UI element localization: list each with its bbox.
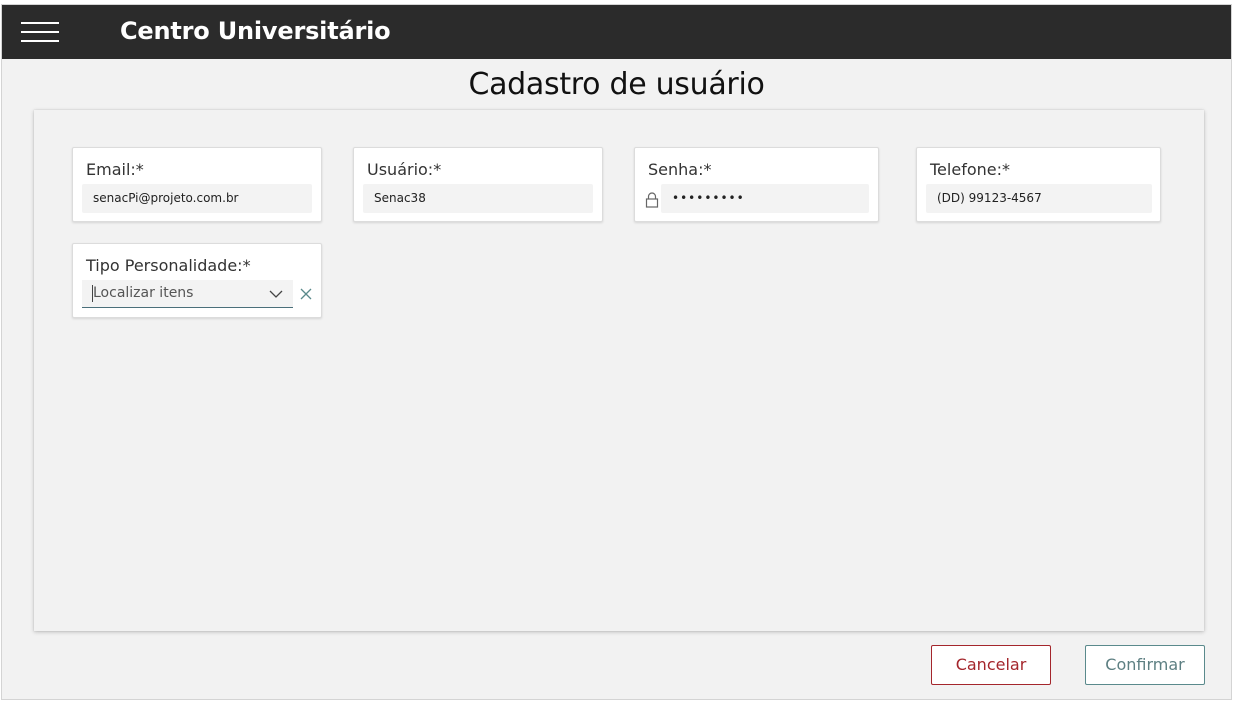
combobox-placeholder: Localizar itens	[93, 285, 194, 301]
usuario-card: Usuário:* Senac38	[353, 147, 603, 222]
email-label: Email:*	[86, 160, 144, 179]
telefone-label: Telefone:*	[930, 160, 1010, 179]
app-title: Centro Universitário	[120, 17, 391, 45]
email-card: Email:* senacPi@projeto.com.br	[72, 147, 322, 222]
confirm-button[interactable]: Confirmar	[1085, 645, 1205, 685]
tipo-personalidade-combobox[interactable]: Localizar itens	[82, 280, 293, 308]
page-title: Cadastro de usuário	[468, 67, 765, 102]
clear-icon[interactable]	[300, 288, 312, 300]
cancel-button[interactable]: Cancelar	[931, 645, 1051, 685]
chevron-down-icon[interactable]	[269, 289, 283, 299]
password-field[interactable]: •••••••••	[661, 184, 869, 213]
hamburger-menu-icon[interactable]	[21, 22, 59, 44]
app-window: Centro Universitário Cadastro de usuário…	[1, 4, 1232, 700]
usuario-label: Usuário:*	[367, 160, 442, 179]
form-panel: Email:* senacPi@projeto.com.br Usuário:*…	[34, 110, 1204, 631]
tipo-personalidade-label: Tipo Personalidade:*	[86, 256, 251, 275]
top-bar: Centro Universitário	[2, 5, 1231, 59]
senha-card: Senha:* •••••••••	[634, 147, 879, 222]
senha-label: Senha:*	[648, 160, 712, 179]
lock-icon	[645, 192, 659, 208]
telefone-field[interactable]: (DD) 99123-4567	[926, 184, 1152, 213]
tipo-personalidade-card: Tipo Personalidade:* Localizar itens	[72, 243, 322, 318]
telefone-card: Telefone:* (DD) 99123-4567	[916, 147, 1161, 222]
usuario-field[interactable]: Senac38	[363, 184, 593, 213]
email-field[interactable]: senacPi@projeto.com.br	[82, 184, 312, 213]
